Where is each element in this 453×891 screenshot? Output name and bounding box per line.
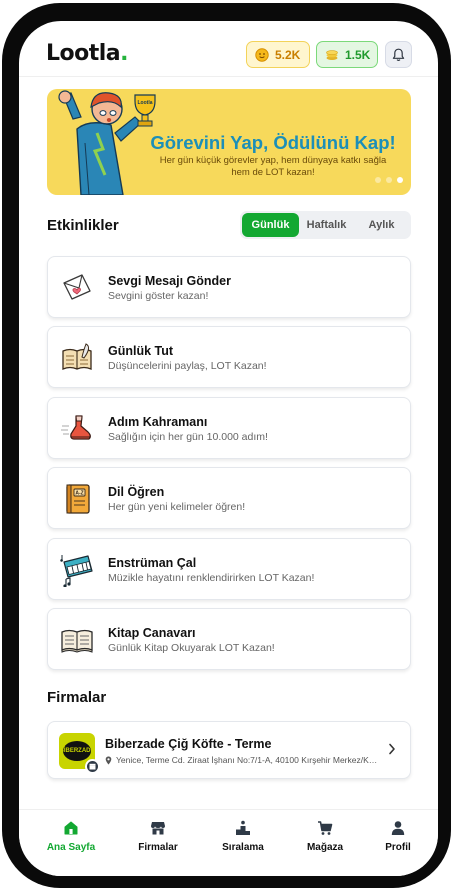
firm-address: Yenice, Terme Cd. Ziraat İşhanı No:7/1-A… [116,755,378,765]
phone-frame: Lootla. 5.2K 1.5K Lootla Görevini Yap, Ö… [2,3,451,888]
chevron-right-icon[interactable] [388,743,396,755]
open-book-quill-icon [62,343,92,370]
carousel-dot-active[interactable] [397,177,403,183]
activity-card-instrument[interactable]: Enstrüman Çal Müzikle hayatını renklendi… [47,538,411,600]
coin-balance-value: 5.2K [275,47,301,62]
bell-icon [392,48,405,61]
lot-balance-pill[interactable]: 1.5K [316,41,378,68]
lot-balance-value: 1.5K [345,47,371,62]
coin-balance-pill[interactable]: 5.2K [246,41,310,68]
activity-title: Günlük Tut [108,344,174,358]
banner-title: Görevini Yap, Ödülünü Kap! [150,132,396,153]
app-screen: Lootla. 5.2K 1.5K Lootla Görevini Yap, Ö… [19,21,438,876]
banner-subtitle: Her gün küçük görevler yap, hem dünyaya … [159,155,387,178]
keyboard-music-icon [60,555,93,587]
activity-desc: Müzikle hayatını renklendirirken LOT Kaz… [108,572,315,584]
envelope-heart-icon [63,274,91,300]
bottom-nav: Ana Sayfa Firmalar Sıralama Mağaza Profi… [19,809,438,876]
firm-card[interactable]: BİBERZADE Biberzade Çiğ Köfte - Terme Ye… [47,721,411,779]
activities-heading: Etkinlikler [47,217,119,234]
nav-store[interactable]: Mağaza [285,820,365,853]
nav-home[interactable]: Ana Sayfa [31,820,111,853]
tab-weekly[interactable]: Haftalık [299,213,354,237]
activity-card-love-message[interactable]: Sevgi Mesajı Gönder Sevgini göster kazan… [47,256,411,318]
activity-desc: Sevgini göster kazan! [108,290,209,302]
activity-desc: Düşüncelerini paylaş, LOT Kazan! [108,360,267,372]
carousel-dot[interactable] [375,177,381,183]
activity-desc: Günlük Kitap Okuyarak LOT Kazan! [108,642,275,654]
carousel-dot[interactable] [386,177,392,183]
firm-address-row: Yenice, Terme Cd. Ziraat İşhanı No:7/1-A… [105,755,378,765]
top-bar: Lootla. 5.2K 1.5K [19,21,438,77]
nav-profile[interactable]: Profil [358,820,438,853]
activity-desc: Sağlığın için her gün 10.000 adım! [108,431,268,443]
trophy-label: Lootla [138,100,153,106]
firm-logo: BİBERZADE [59,733,100,774]
tab-daily[interactable]: Günlük [242,213,299,237]
activity-card-language[interactable]: A-Z Dil Öğren Her gün yeni kelimeler öğr… [47,467,411,529]
running-shoe-icon [61,415,91,440]
activity-desc: Her gün yeni kelimeler öğren! [108,501,246,513]
store-badge-icon [85,759,100,774]
open-book-icon [61,629,93,653]
user-icon [391,821,405,835]
dictionary-icon: A-Z [66,484,90,514]
promo-banner[interactable]: Lootla Görevini Yap, Ödülünü Kap! Her gü… [47,89,411,195]
cart-icon [318,821,333,835]
lot-token-icon [326,49,338,60]
period-tabs: Günlük Haftalık Aylık [240,211,411,239]
tab-monthly[interactable]: Aylık [354,213,409,237]
store-icon [151,822,165,835]
activity-title: Enstrüman Çal [108,556,197,570]
activity-title: Adım Kahramanı [108,415,208,429]
home-icon [64,821,78,835]
firm-name: Biberzade Çiğ Köfte - Terme [105,737,272,751]
nav-firms[interactable]: Firmalar [118,820,198,853]
activity-card-diary[interactable]: Günlük Tut Düşüncelerini paylaş, LOT Kaz… [47,326,411,388]
notifications-button[interactable] [385,41,412,68]
location-pin-icon [105,756,112,764]
activity-title: Kitap Canavarı [108,626,196,640]
activity-title: Sevgi Mesajı Gönder [108,274,231,288]
svg-text:A-Z: A-Z [75,491,83,497]
hero-character-illustration: Lootla [58,90,156,195]
firms-heading: Firmalar [47,689,107,706]
activity-title: Dil Öğren [108,485,165,499]
podium-icon [236,820,250,835]
carousel-indicator [375,177,403,183]
app-logo[interactable]: Lootla. [46,41,129,66]
nav-ranking[interactable]: Sıralama [203,820,283,853]
coin-icon [255,47,269,62]
activity-card-book[interactable]: Kitap Canavarı Günlük Kitap Okuyarak LOT… [47,608,411,670]
activity-card-steps[interactable]: Adım Kahramanı Sağlığın için her gün 10.… [47,397,411,459]
